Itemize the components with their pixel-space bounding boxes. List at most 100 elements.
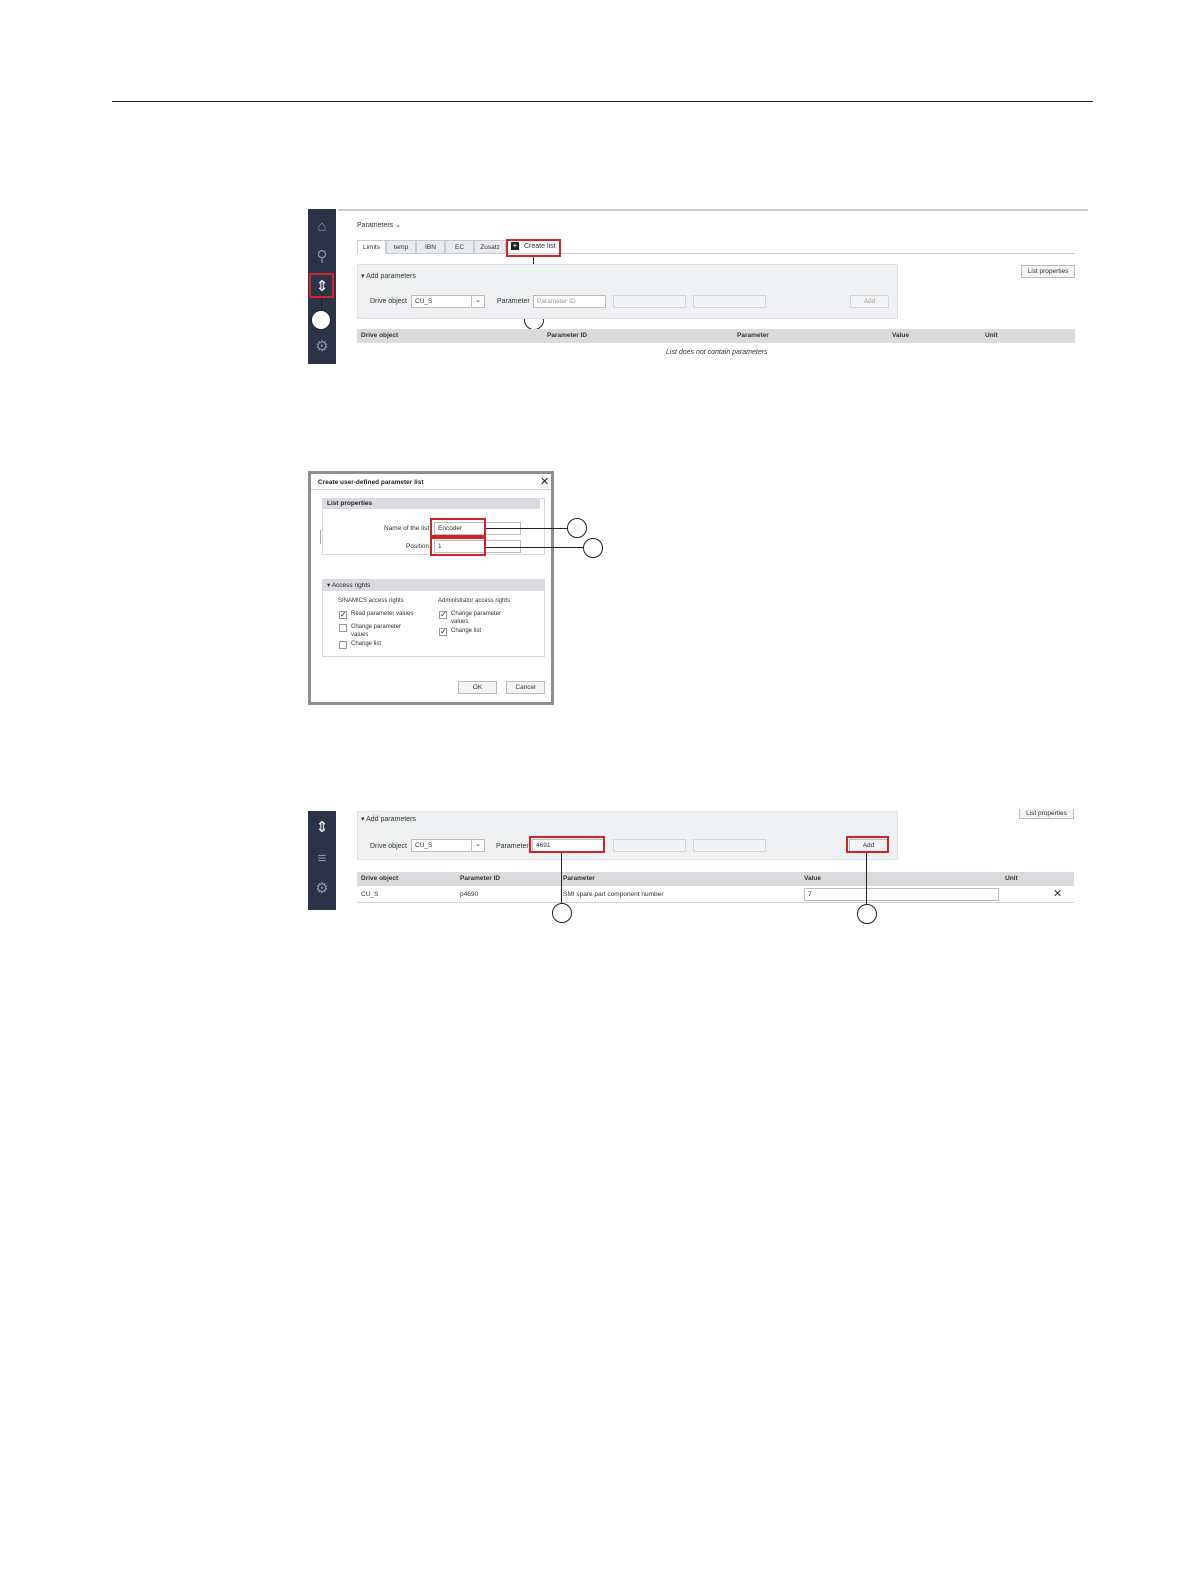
admin-change-params-label: Change parameter values	[451, 611, 502, 625]
parameter-table-header: Drive object Parameter ID Parameter Valu…	[357, 872, 1074, 886]
parameter-label: Parameter	[497, 298, 530, 305]
settings-wrench-icon[interactable]: ⚙	[308, 877, 336, 899]
triangle-down-icon: ▾	[361, 273, 365, 280]
sinamics-header: SINAMICS access rights	[338, 598, 404, 604]
home-icon[interactable]: ⌂	[308, 215, 336, 237]
col-parameter: Parameter	[737, 332, 769, 339]
parameter-select-2[interactable]	[693, 295, 766, 308]
drive-object-value: CU_S	[415, 298, 433, 305]
settings-wrench-icon[interactable]: ⚙	[308, 335, 336, 357]
read-params-label: Read parameter values	[351, 611, 414, 617]
add-parameters-header[interactable]: ▾ Add parameters	[361, 272, 416, 280]
list-icon[interactable]: ≡	[308, 847, 336, 869]
admin-change-list-label: Change list	[451, 628, 482, 634]
callout-5	[552, 903, 572, 923]
dialog-title: Create user-defined parameter list	[318, 479, 424, 486]
change-list-checkbox[interactable]	[339, 641, 347, 649]
col-value: Value	[892, 332, 909, 339]
triangle-down-icon: ▾	[327, 582, 331, 589]
ok-button[interactable]: OK	[458, 681, 497, 694]
row-drive-object: CU_S	[361, 891, 379, 898]
admin-change-list-checkbox[interactable]: ✓	[439, 628, 447, 636]
parameter-label: Parameter	[496, 843, 529, 850]
read-params-checkbox[interactable]: ✓	[339, 611, 347, 619]
col-parameter-id: Parameter ID	[460, 875, 501, 882]
add-parameters-label: Add parameters	[366, 816, 416, 823]
parameter-id-input[interactable]: Parameter ID	[533, 295, 606, 308]
chevron-down-icon: ⌄	[471, 296, 484, 307]
parameter-select-1[interactable]	[613, 295, 686, 308]
callout-line	[561, 853, 563, 904]
add-parameters-panel: ▾ Add parameters Drive object CU_S ⌄ Par…	[357, 811, 898, 860]
drive-object-select[interactable]: CU_S ⌄	[411, 295, 485, 308]
add-button[interactable]: Add	[850, 295, 889, 308]
change-params-checkbox[interactable]	[339, 624, 347, 632]
highlight-parameter-input	[529, 836, 605, 853]
screenshot-parameters-added: ⇕ ≡ ⚙ List properties ▾ Add parameters D…	[308, 809, 1078, 931]
sidebar: ⇕ ≡ ⚙	[308, 811, 336, 910]
drive-object-value: CU_S	[415, 842, 433, 849]
drive-object-label: Drive object	[370, 843, 407, 850]
access-rights-header[interactable]: ▾ Access rights	[323, 580, 544, 591]
row-parameter: SMI spare part component number	[563, 891, 664, 898]
col-parameter-id: Parameter ID	[547, 332, 588, 339]
highlight-add-button	[846, 836, 889, 853]
change-list-label: Change list	[351, 641, 382, 647]
dialog-title-divider	[311, 489, 551, 490]
add-parameters-panel: ▾ Add parameters Drive object CU_S ⌄ Par…	[357, 264, 898, 319]
callout-1	[311, 310, 331, 330]
drive-object-label: Drive object	[370, 298, 407, 305]
col-drive-object: Drive object	[361, 332, 399, 339]
tab-temp[interactable]: temp	[386, 240, 416, 254]
name-label: Name of the list	[384, 525, 430, 532]
callout-line	[486, 547, 583, 549]
breadcrumb-label: Parameters	[357, 222, 394, 229]
top-border	[338, 209, 1088, 211]
tab-ec[interactable]: EC	[445, 240, 474, 254]
col-drive-object: Drive object	[361, 875, 399, 882]
parameter-table-header: Drive object Parameter ID Parameter Valu…	[357, 329, 1075, 343]
tab-limits[interactable]: Limits	[357, 240, 386, 254]
callout-6	[857, 904, 877, 924]
triangle-down-icon: ▾	[361, 816, 365, 823]
access-rights-label: Access rights	[331, 582, 371, 589]
drive-object-select[interactable]: CU_S ⌄	[411, 839, 485, 852]
highlight-list-name	[430, 518, 486, 537]
add-parameters-label: Add parameters	[366, 273, 416, 280]
col-unit: Unit	[985, 332, 998, 339]
table-row[interactable]: CU_S p4690 SMI spare part component numb…	[357, 886, 1074, 903]
access-rights-section: ▾ Access rights SINAMICS access rights A…	[322, 579, 545, 657]
admin-change-params-checkbox[interactable]: ✓	[439, 611, 447, 619]
delete-row-icon[interactable]: ✕	[1053, 887, 1062, 900]
page-rule	[112, 101, 1093, 102]
highlight-position	[430, 537, 486, 556]
callout-4	[583, 538, 603, 558]
cancel-button[interactable]: Cancel	[506, 681, 545, 694]
admin-header: Administrator access rights	[438, 598, 511, 604]
highlight-parameters-icon	[309, 273, 334, 298]
empty-list-message: List does not contain parameters	[666, 349, 768, 356]
list-properties-button[interactable]: List properties	[1021, 265, 1075, 278]
parameter-select-1[interactable]	[613, 839, 686, 852]
chevron-down-icon: ⌄	[471, 840, 484, 851]
col-value: Value	[804, 875, 821, 882]
parameter-select-2[interactable]	[693, 839, 766, 852]
col-parameter: Parameter	[563, 875, 595, 882]
row-value-input[interactable]: 7	[804, 888, 999, 901]
chevron-down-icon: ⌄	[395, 222, 402, 229]
add-parameters-header[interactable]: ▾ Add parameters	[361, 815, 416, 823]
close-icon[interactable]: ✕	[540, 475, 549, 488]
callout-line	[486, 528, 568, 530]
tab-ibn[interactable]: IBN	[416, 240, 445, 254]
list-properties-button[interactable]: List properties	[1019, 809, 1074, 819]
callout-3	[567, 518, 587, 538]
list-properties-header: List properties	[323, 499, 540, 509]
tab-zusatz[interactable]: Zusatz	[474, 240, 506, 254]
position-label: Position	[406, 543, 430, 550]
diagnostics-icon[interactable]: ⚲	[308, 245, 336, 267]
callout-line	[866, 853, 868, 906]
parameters-icon[interactable]: ⇕	[308, 816, 336, 838]
change-params-label: Change parameter values	[351, 624, 402, 638]
breadcrumb-parameters[interactable]: Parameters ⌄	[357, 221, 401, 229]
tab-bar-underline	[506, 253, 1075, 254]
